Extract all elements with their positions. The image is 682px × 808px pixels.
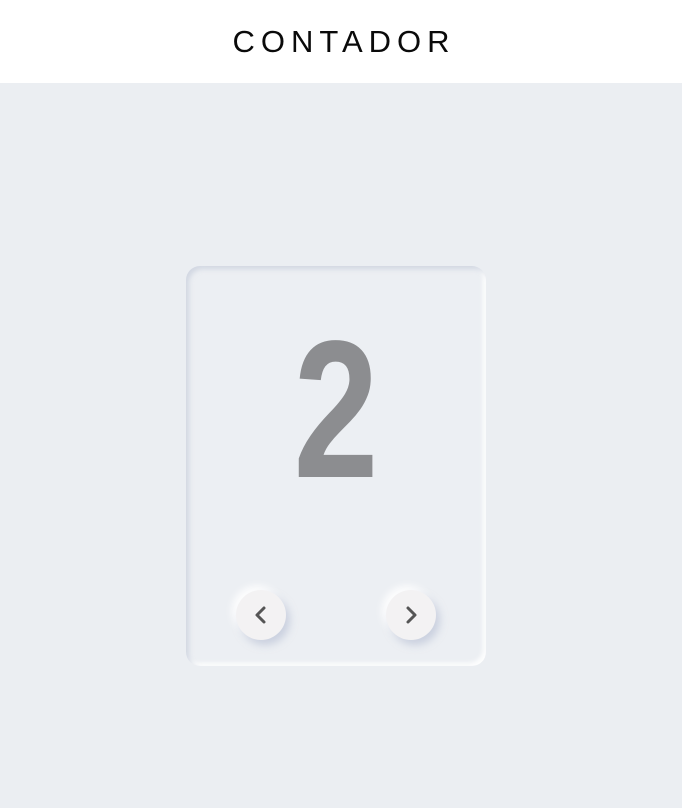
page-title: CONTADOR	[232, 23, 456, 59]
counter-value: 2	[293, 300, 379, 519]
counter-card: 2	[186, 266, 486, 666]
chevron-right-icon	[406, 606, 417, 624]
decrement-button[interactable]	[236, 590, 286, 640]
increment-button[interactable]	[386, 590, 436, 640]
main-area: 2	[0, 83, 682, 808]
chevron-left-icon	[255, 606, 266, 624]
header: CONTADOR	[0, 0, 682, 83]
